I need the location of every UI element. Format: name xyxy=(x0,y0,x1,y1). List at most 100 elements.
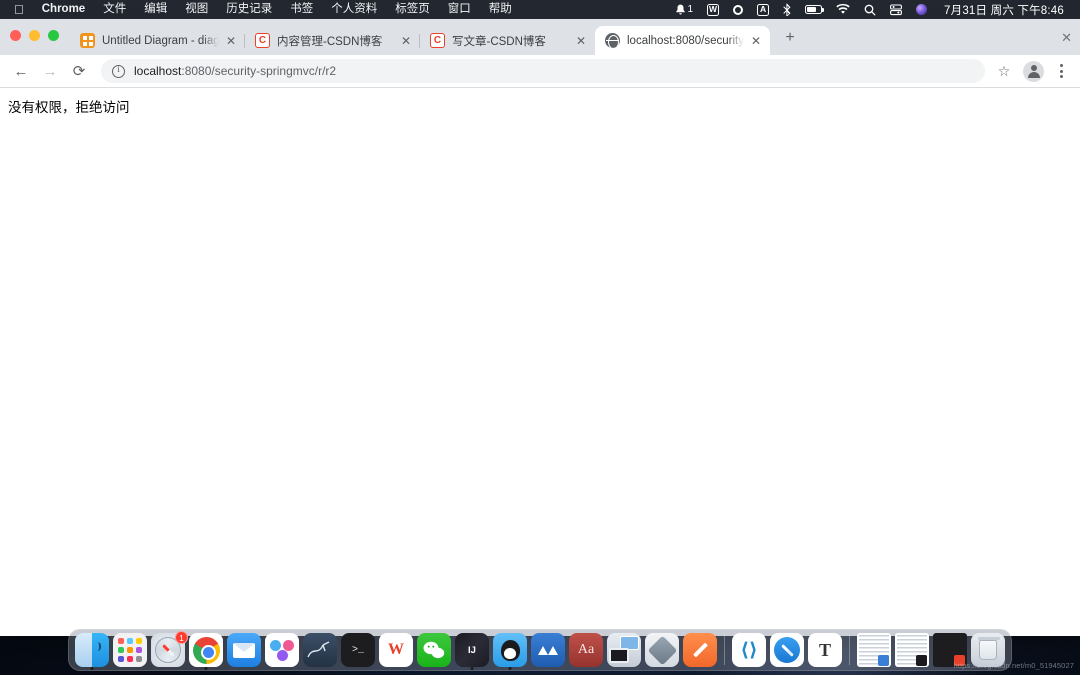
finder-icon xyxy=(75,633,109,667)
browser-toolbar: ← → ⟳ localhost:8080/security-springmvc/… xyxy=(0,55,1080,88)
tabs-container: Untitled Diagram - diagrams.n ✕ C 内容管理-C… xyxy=(70,19,804,55)
address-bar-host: localhost xyxy=(134,64,182,78)
dock-item-virtualbox[interactable] xyxy=(645,633,679,667)
dock-minimized-window-1[interactable] xyxy=(857,633,891,667)
dock-minimized-window-2[interactable] xyxy=(895,633,929,667)
tab-close-icon[interactable]: ✕ xyxy=(223,33,239,49)
bell-badge-count: 1 xyxy=(687,4,694,15)
dock-item-wps[interactable]: W xyxy=(379,633,413,667)
chrome-icon xyxy=(189,633,223,667)
address-bar[interactable]: localhost:8080/security-springmvc/r/r2 xyxy=(101,59,985,83)
bookmark-star-icon[interactable]: ☆ xyxy=(991,58,1017,84)
browser-tab-diagrams[interactable]: Untitled Diagram - diagrams.n ✕ xyxy=(70,26,245,55)
menu-item-app-name[interactable]: Chrome xyxy=(33,0,94,19)
dictionary-icon: Aa xyxy=(569,633,603,667)
apple-menu-icon[interactable]:  xyxy=(6,1,33,18)
forward-button[interactable]: → xyxy=(37,58,63,84)
dock-item-wechat[interactable] xyxy=(417,633,451,667)
menu-item-bookmarks[interactable]: 书签 xyxy=(281,0,322,19)
input-method-glyph: A xyxy=(757,3,770,16)
dock-item-finder[interactable] xyxy=(75,633,109,670)
menu-item-view[interactable]: 视图 xyxy=(176,0,217,19)
page-content-area: 没有权限，拒绝访问 xyxy=(0,88,1080,636)
dock-item-mail[interactable] xyxy=(227,633,261,667)
screen-sharing-icon xyxy=(607,633,641,667)
menu-item-profiles[interactable]: 个人资料 xyxy=(322,0,386,19)
dock-item-safari-alt[interactable] xyxy=(770,633,804,667)
wps-icon[interactable]: W xyxy=(700,0,726,19)
circle-icon[interactable] xyxy=(726,0,750,19)
dock-item-vscode[interactable]: ⟨⟩ xyxy=(732,633,766,667)
wifi-icon[interactable] xyxy=(829,0,857,19)
access-denied-message: 没有权限，拒绝访问 xyxy=(8,100,130,115)
blue-app-icon xyxy=(531,633,565,667)
tab-close-icon[interactable]: ✕ xyxy=(573,33,589,49)
reload-button[interactable]: ⟳ xyxy=(66,58,92,84)
new-tab-button[interactable]: + xyxy=(776,24,804,52)
dock-item-atom[interactable] xyxy=(265,633,299,667)
csdn-favicon: C xyxy=(255,33,270,48)
dock-item-intellij-idea[interactable]: IJ xyxy=(455,633,489,670)
input-method-icon[interactable]: A xyxy=(750,0,776,19)
menu-item-edit[interactable]: 编辑 xyxy=(135,0,176,19)
safari-technology-preview-icon xyxy=(770,633,804,667)
dock-item-terminal[interactable]: >_ xyxy=(341,633,375,667)
vscode-icon: ⟨⟩ xyxy=(732,633,766,667)
dock-item-dictionary[interactable]: Aa xyxy=(569,633,603,667)
browser-tab-csdn-content[interactable]: C 内容管理-CSDN博客 ✕ xyxy=(245,26,420,55)
browser-tab-localhost[interactable]: localhost:8080/security-spring ✕ xyxy=(595,26,770,55)
tab-close-icon[interactable]: ✕ xyxy=(398,33,414,49)
window-maximize-button[interactable] xyxy=(48,30,59,41)
menu-item-history[interactable]: 历史记录 xyxy=(217,0,281,19)
menu-item-tabs[interactable]: 标签页 xyxy=(386,0,439,19)
dock-item-screen-sharing[interactable] xyxy=(607,633,641,667)
pen-icon xyxy=(683,633,717,667)
tabstrip-right-group: ✕ xyxy=(1061,30,1080,55)
tab-title: 写文章-CSDN博客 xyxy=(452,35,546,48)
minimized-window-icon xyxy=(857,633,891,667)
dock-item-safari[interactable]: 1 xyxy=(151,631,188,667)
browser-tab-csdn-write[interactable]: C 写文章-CSDN博客 ✕ xyxy=(420,26,595,55)
control-center-icon[interactable] xyxy=(883,0,909,19)
dock-item-qq[interactable] xyxy=(493,633,527,670)
qq-icon xyxy=(493,633,527,667)
dock-item-blue-app[interactable] xyxy=(531,633,565,667)
csdn-favicon: C xyxy=(430,33,445,48)
siri-icon[interactable] xyxy=(909,0,934,19)
wps-icon: W xyxy=(379,633,413,667)
dock-separator xyxy=(724,635,725,665)
wechat-icon xyxy=(417,633,451,667)
address-bar-path: :8080/security-springmvc/r/r2 xyxy=(181,64,337,78)
dock-item-typora[interactable]: T xyxy=(808,633,842,667)
menu-item-window[interactable]: 窗口 xyxy=(439,0,480,19)
dock-item-sketch[interactable] xyxy=(303,633,337,667)
tab-close-icon[interactable]: ✕ xyxy=(748,33,764,49)
battery-glyph xyxy=(805,4,825,15)
kebab-menu-icon[interactable] xyxy=(1050,58,1072,84)
csdn-watermark: https://blog.csdn.net/m0_51945027 xyxy=(953,661,1074,670)
menu-bar-clock[interactable]: 7月31日 周六 下午8:46 xyxy=(934,2,1070,18)
typora-icon: T xyxy=(808,633,842,667)
sketch-icon xyxy=(303,633,337,667)
back-button[interactable]: ← xyxy=(8,58,34,84)
window-traffic-lights xyxy=(10,30,59,41)
terminal-icon: >_ xyxy=(341,633,375,667)
tab-title: localhost:8080/security-spring xyxy=(627,34,744,47)
close-icon[interactable]: ✕ xyxy=(1061,30,1072,46)
toolbar-right-group: ☆ xyxy=(991,58,1072,84)
profile-avatar-icon[interactable] xyxy=(1023,60,1044,82)
dock-item-chrome[interactable] xyxy=(189,633,223,670)
bell-icon[interactable]: 1 xyxy=(668,0,700,19)
dock-item-launchpad[interactable] xyxy=(113,633,147,667)
dock-item-pen-app[interactable] xyxy=(683,633,717,667)
spotlight-search-icon[interactable] xyxy=(857,0,883,19)
battery-icon[interactable] xyxy=(798,0,829,19)
atom-icon xyxy=(265,633,299,667)
info-circle-icon[interactable] xyxy=(112,64,125,78)
window-close-button[interactable] xyxy=(10,30,21,41)
bluetooth-icon[interactable] xyxy=(776,0,798,19)
menu-bar-status-group: 1 W A 7月31日 周六 下午8:46 xyxy=(668,0,1074,19)
menu-item-help[interactable]: 帮助 xyxy=(480,0,521,19)
window-minimize-button[interactable] xyxy=(29,30,40,41)
menu-item-file[interactable]: 文件 xyxy=(94,0,135,19)
